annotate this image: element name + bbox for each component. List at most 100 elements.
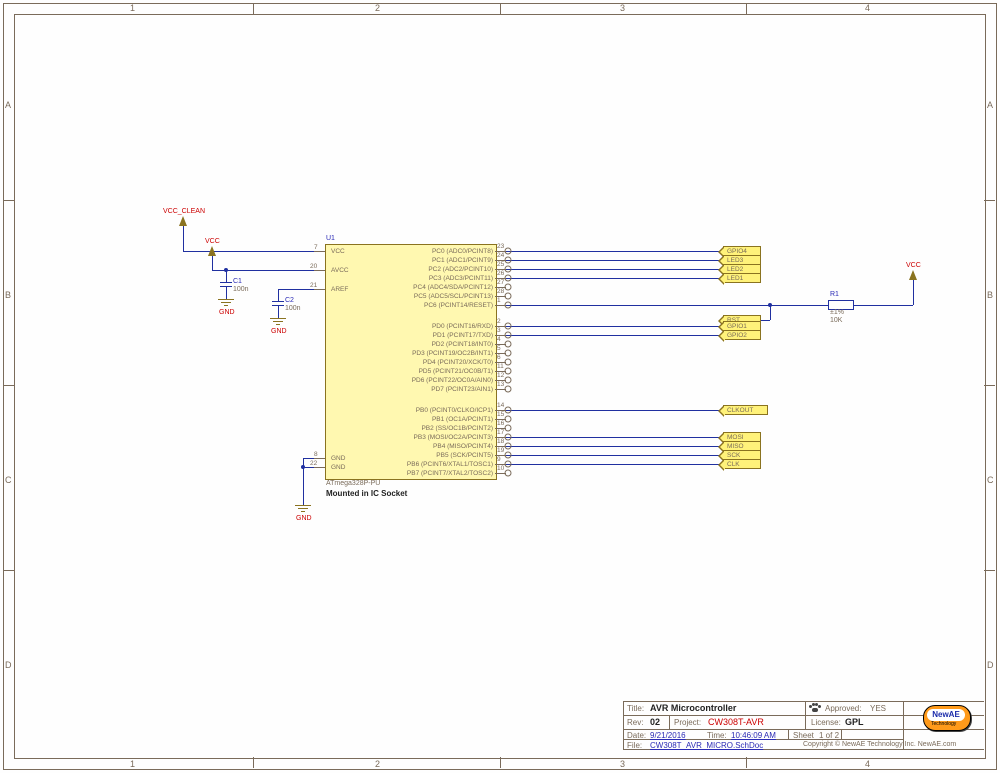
tb-title: AVR Microcontroller xyxy=(650,703,736,713)
tb-project: CW308T-AVR xyxy=(708,717,764,727)
ic-right-pin-name: PB7 (PCINT7/XTAL2/TOSC2) xyxy=(407,470,493,477)
col-3-bot: 3 xyxy=(620,759,625,769)
ic-right-pin-num: 6 xyxy=(497,354,501,361)
io-dot-icon xyxy=(505,284,512,291)
c2-ref: C2 xyxy=(285,297,294,304)
gnd-label-2: GND xyxy=(271,328,287,335)
ic-right-pin-num: 26 xyxy=(497,270,504,277)
ic-right-pin-name: PC0 (ADC0/PCINT8) xyxy=(432,248,493,255)
io-dot-icon xyxy=(505,425,512,432)
io-dot-icon xyxy=(505,257,512,264)
ic-right-pin-num: 24 xyxy=(497,252,504,259)
io-dot-icon xyxy=(505,368,512,375)
ic-right-pin-name: PB0 (PCINT0/CLKO/ICP1) xyxy=(416,407,493,414)
pin-gnd-1: GND xyxy=(331,455,345,462)
row-a-r: A xyxy=(987,100,993,110)
vcc-arrow-icon xyxy=(909,270,917,280)
ic-right-pin-num: 9 xyxy=(497,456,501,463)
pin-gnd-2: GND xyxy=(331,464,345,471)
col-2-top: 2 xyxy=(375,3,380,13)
ic-right-pin-num: 16 xyxy=(497,420,504,427)
tb-rev: 02 xyxy=(650,717,660,727)
io-dot-icon xyxy=(505,332,512,339)
ic-right-pin-num: 15 xyxy=(497,411,504,418)
ic-right-pin-num: 12 xyxy=(497,372,504,379)
io-dot-icon xyxy=(505,386,512,393)
net-led1: LED1 xyxy=(723,273,761,283)
ic-part: ATmega328P-PU xyxy=(326,480,380,487)
ic-right-pin-name: PC2 (ADC2/PCINT10) xyxy=(428,266,493,273)
ic-right-pin-num: 23 xyxy=(497,243,504,250)
io-dot-icon xyxy=(505,359,512,366)
col-2-bot: 2 xyxy=(375,759,380,769)
row-c-r: C xyxy=(987,475,994,485)
tb-approved: YES xyxy=(870,704,886,713)
row-d-l: D xyxy=(5,660,12,670)
ic-right-pin-num: 28 xyxy=(497,288,504,295)
io-dot-icon xyxy=(505,416,512,423)
col-1-bot: 1 xyxy=(130,759,135,769)
ic-right-pin-num: 13 xyxy=(497,381,504,388)
vcc-arrow-icon xyxy=(208,246,216,256)
gnd-label-1: GND xyxy=(219,309,235,316)
ic-right-pin-num: 25 xyxy=(497,261,504,268)
tb-time: 10:46:09 AM xyxy=(731,731,776,740)
io-dot-icon xyxy=(505,323,512,330)
c1-val: 100n xyxy=(233,286,249,293)
io-dot-icon xyxy=(505,461,512,468)
ic-ref: U1 xyxy=(326,235,335,242)
ic-right-pin-name: PB2 (SS/OC1B/PCINT2) xyxy=(421,425,493,432)
ic-right-pin-name: PB6 (PCINT6/XTAL1/TOSC1) xyxy=(407,461,493,468)
pin-vcc: VCC xyxy=(331,248,345,255)
tb-copyright: Copyright © NewAE Technology Inc. NewAE.… xyxy=(803,741,956,748)
gnd-icon xyxy=(218,299,234,309)
ic-right-pin-name: PB1 (OC1A/PCINT1) xyxy=(432,416,493,423)
ic-right-pin-num: 4 xyxy=(497,336,501,343)
ic-right-pin-num: 3 xyxy=(497,327,501,334)
tb-license-label: License: xyxy=(811,718,841,727)
io-dot-icon xyxy=(505,470,512,477)
gnd-icon xyxy=(270,318,286,328)
tb-sheet-of: 1 of 2 xyxy=(819,731,839,740)
tb-approved-label: Approved: xyxy=(825,704,861,713)
io-dot-icon xyxy=(505,452,512,459)
row-b-r: B xyxy=(987,290,993,300)
col-4-top: 4 xyxy=(865,3,870,13)
tb-license: GPL xyxy=(845,717,864,727)
ic-note: Mounted in IC Socket xyxy=(326,489,407,498)
tb-title-label: Title: xyxy=(627,704,644,713)
io-dot-icon xyxy=(505,434,512,441)
row-c-l: C xyxy=(5,475,12,485)
ic-right-pin-num: 2 xyxy=(497,318,501,325)
ic-right-pin-num: 27 xyxy=(497,279,504,286)
gnd-icon xyxy=(295,505,311,515)
ic-right-pin-name: PB5 (SCK/PCINT5) xyxy=(436,452,493,459)
vcc-label-2: VCC xyxy=(906,262,921,269)
pin-aref: AREF xyxy=(331,286,348,293)
io-dot-icon xyxy=(505,302,512,309)
row-d-r: D xyxy=(987,660,994,670)
tb-file-label: File: xyxy=(627,741,642,750)
tb-date-label: Date: xyxy=(627,731,646,740)
ic-right-pin-name: PC1 (ADC1/PCINT9) xyxy=(432,257,493,264)
schematic-sheet: 1 2 3 4 1 2 3 4 A B C D A B C D VCC_CLEA… xyxy=(0,0,1000,773)
vcc-label-1: VCC xyxy=(205,238,220,245)
io-dot-icon xyxy=(505,266,512,273)
gnd-label-3: GND xyxy=(296,515,312,522)
ic-right-pin-name: PD2 (PCINT18/INT0) xyxy=(432,341,493,348)
io-dot-icon xyxy=(505,341,512,348)
ic-right-pin-num: 1 xyxy=(497,297,501,304)
pin-avcc: AVCC xyxy=(331,267,349,274)
ic-right-pin-num: 11 xyxy=(497,363,504,370)
ic-right-pin-name: PD1 (PCINT17/TXD) xyxy=(433,332,493,339)
ic-right-pin-name: PD0 (PCINT16/RXD) xyxy=(432,323,493,330)
ic-right-pin-num: 19 xyxy=(497,447,504,454)
r1-val: 10K xyxy=(830,317,842,324)
tb-file: CW308T_AVR_MICRO.SchDoc xyxy=(650,741,763,750)
io-dot-icon xyxy=(505,293,512,300)
ic-right-pin-name: PD6 (PCINT22/OC0A/AIN0) xyxy=(412,377,493,384)
tb-sheet-label: Sheet xyxy=(793,731,814,740)
ic-right-pin-name: PD4 (PCINT20/XCK/T0) xyxy=(423,359,493,366)
vcc-clean-label: VCC_CLEAN xyxy=(163,208,205,215)
net-clk: CLK xyxy=(723,459,761,469)
